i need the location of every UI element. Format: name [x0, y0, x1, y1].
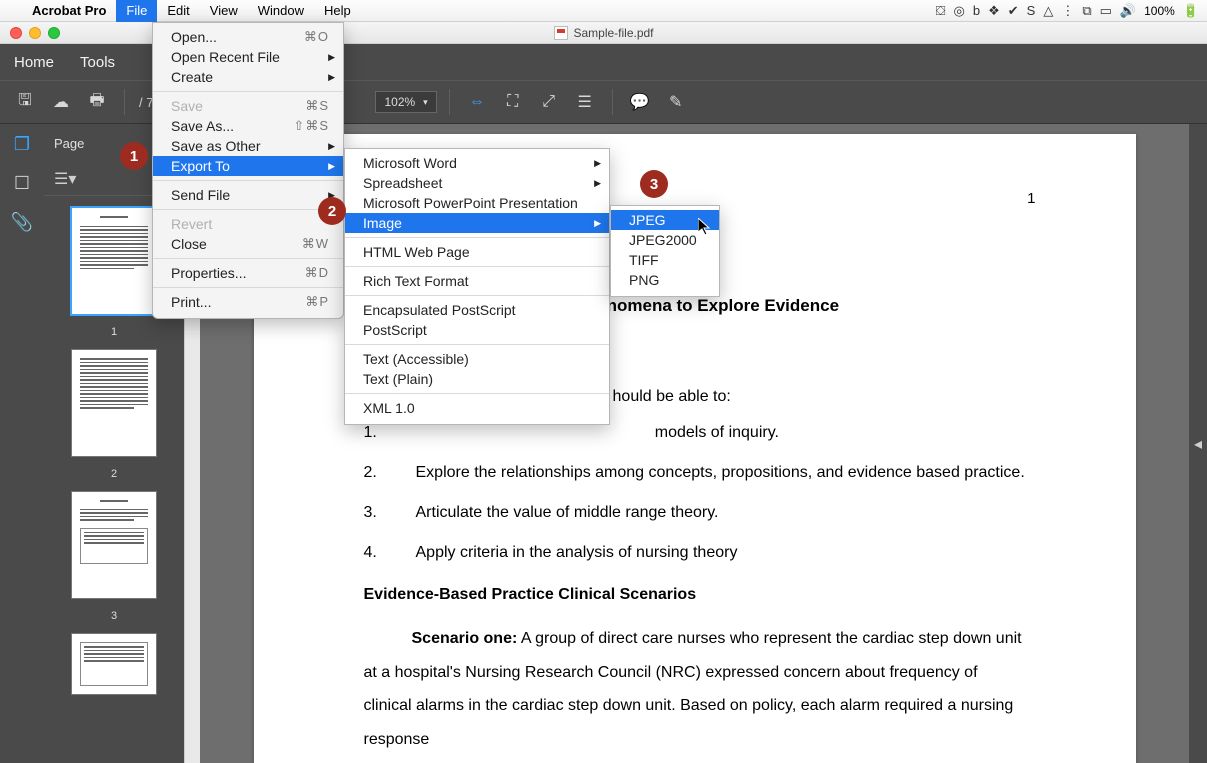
dropbox-icon[interactable]: ⛋ — [936, 3, 946, 19]
image-png[interactable]: PNG — [611, 270, 719, 290]
export-rtf[interactable]: Rich Text Format — [345, 271, 609, 291]
menuextra-icon[interactable]: ⋮ — [1061, 3, 1074, 19]
file-open[interactable]: Open...⌘O — [153, 27, 343, 47]
export-ps[interactable]: PostScript — [345, 320, 609, 340]
letter-s-icon[interactable]: S — [1027, 3, 1036, 18]
minimize-window-button[interactable] — [29, 27, 41, 39]
page-number: 1 — [1027, 190, 1035, 207]
check-icon[interactable]: ✔ — [1008, 3, 1019, 19]
export-word[interactable]: Microsoft Word — [345, 153, 609, 173]
export-powerpoint[interactable]: Microsoft PowerPoint Presentation — [345, 193, 609, 213]
cloud-icon[interactable]: △ — [1043, 3, 1053, 19]
annotation-badge-1: 1 — [120, 142, 148, 170]
menu-edit[interactable]: Edit — [157, 0, 199, 22]
close-window-button[interactable] — [10, 27, 22, 39]
scenario-paragraph: Scenario one: A group of direct care nur… — [364, 622, 1026, 756]
macos-menubar: Acrobat Pro File Edit View Window Help ⛋… — [0, 0, 1207, 22]
battery-icon[interactable]: 🔋 — [1183, 3, 1199, 19]
export-text-plain[interactable]: Text (Plain) — [345, 369, 609, 389]
fit-page-icon[interactable]: ⛶ — [498, 87, 528, 117]
export-image[interactable]: Image — [345, 213, 609, 233]
thumb-label-2: 2 — [111, 468, 117, 480]
window-title: Sample-file.pdf — [573, 26, 653, 40]
home-tab[interactable]: Home — [14, 54, 54, 71]
fullscreen-icon[interactable]: ⤢ — [534, 87, 564, 117]
ebp-heading: Evidence-Based Practice Clinical Scenari… — [364, 586, 1026, 604]
file-properties[interactable]: Properties...⌘D — [153, 263, 343, 283]
file-save-other[interactable]: Save as Other — [153, 136, 343, 156]
file-print[interactable]: Print...⌘P — [153, 292, 343, 312]
export-html[interactable]: HTML Web Page — [345, 242, 609, 262]
thumbnail-page-1[interactable] — [72, 208, 156, 314]
tools-tab[interactable]: Tools — [80, 54, 115, 71]
pdf-file-icon — [553, 26, 567, 40]
export-xml[interactable]: XML 1.0 — [345, 398, 609, 418]
fit-width-icon[interactable]: ⇔ — [462, 87, 492, 117]
file-open-recent[interactable]: Open Recent File — [153, 47, 343, 67]
menu-window[interactable]: Window — [248, 0, 314, 22]
menubar-status: ⛋ ◎ b ❖ ✔ S △ ⋮ ⧉ ▭ 🔊 100% 🔋 — [936, 3, 1199, 19]
attachment-icon[interactable]: 📎 — [11, 212, 33, 233]
left-rail: ❐ ☐ 📎 — [0, 124, 44, 763]
letter-b-icon[interactable]: b — [973, 3, 980, 18]
cloud-upload-icon[interactable]: ☁ — [46, 87, 76, 117]
file-menu-dropdown: Open...⌘O Open Recent File Create Save⌘S… — [152, 22, 344, 319]
objective-item: 1.Describe inductive and deductive model… — [364, 424, 1026, 442]
export-text-accessible[interactable]: Text (Accessible) — [345, 349, 609, 369]
thumb-label-1: 1 — [111, 326, 117, 338]
thumbnail-page-2[interactable] — [72, 350, 156, 456]
menu-file[interactable]: File — [116, 0, 157, 22]
zoom-select[interactable]: 102%▾ — [375, 91, 436, 113]
file-revert: Revert — [153, 214, 343, 234]
file-close[interactable]: Close⌘W — [153, 234, 343, 254]
menu-view[interactable]: View — [200, 0, 248, 22]
thumb-label-3: 3 — [111, 610, 117, 622]
right-panel-toggle[interactable]: ◂ — [1189, 124, 1207, 763]
thumbnail-page-4[interactable] — [72, 634, 156, 694]
evernote-icon[interactable]: ❖ — [988, 3, 1000, 19]
annotation-badge-3: 3 — [640, 170, 668, 198]
volume-icon[interactable]: 🔊 — [1120, 3, 1136, 19]
image-tiff[interactable]: TIFF — [611, 250, 719, 270]
sync-icon[interactable]: ◎ — [954, 3, 965, 19]
mouse-cursor — [698, 218, 712, 236]
wifi-icon[interactable]: ⧉ — [1082, 3, 1091, 19]
export-submenu: Microsoft Word Spreadsheet Microsoft Pow… — [344, 148, 610, 425]
app-menu[interactable]: Acrobat Pro — [22, 3, 116, 18]
highlight-icon[interactable]: ✎ — [661, 87, 691, 117]
read-mode-icon[interactable]: ☰ — [570, 87, 600, 117]
file-send[interactable]: Send File — [153, 185, 343, 205]
export-eps[interactable]: Encapsulated PostScript — [345, 300, 609, 320]
objective-item: 2.Explore the relationships among concep… — [364, 464, 1026, 482]
zoom-window-button[interactable] — [48, 27, 60, 39]
print-icon[interactable]: 🖶 — [82, 87, 112, 117]
save-icon[interactable]: 🖫 — [10, 87, 40, 117]
battery-percent: 100% — [1144, 4, 1175, 18]
thumbnail-page-3[interactable] — [72, 492, 156, 598]
thumbnails-icon[interactable]: ❐ — [14, 134, 30, 155]
file-save-as[interactable]: Save As...⇧⌘S — [153, 116, 343, 136]
thumb-options-icon[interactable]: ☰▾ — [54, 169, 76, 189]
file-save: Save⌘S — [153, 96, 343, 116]
objective-item: 4.Apply criteria in the analysis of nurs… — [364, 544, 1026, 562]
display-icon[interactable]: ▭ — [1100, 3, 1112, 19]
export-spreadsheet[interactable]: Spreadsheet — [345, 173, 609, 193]
bookmark-icon[interactable]: ☐ — [14, 173, 30, 194]
comment-icon[interactable]: 💬 — [625, 87, 655, 117]
menu-help[interactable]: Help — [314, 0, 361, 22]
annotation-badge-2: 2 — [318, 197, 346, 225]
objective-item: 3.Articulate the value of middle range t… — [364, 504, 1026, 522]
file-create[interactable]: Create — [153, 67, 343, 87]
file-export-to[interactable]: Export To — [153, 156, 343, 176]
